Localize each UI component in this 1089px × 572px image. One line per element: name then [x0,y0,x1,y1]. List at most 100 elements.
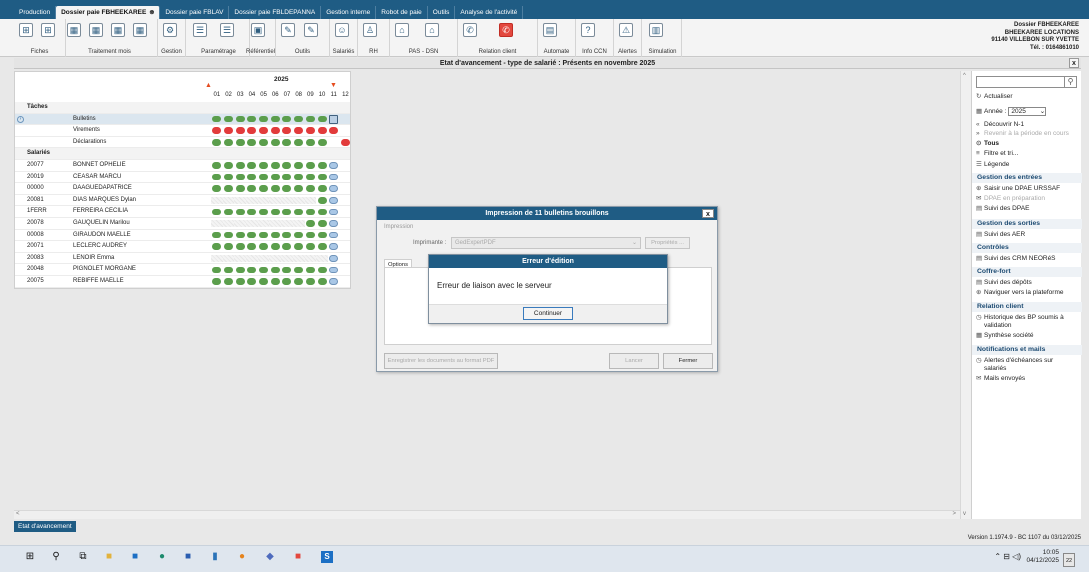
month-cell[interactable] [234,127,246,134]
month-cell[interactable] [340,185,352,192]
month-cell[interactable] [269,208,281,216]
ribbon-tool-icon[interactable]: ⊞ [19,23,33,37]
month-cell[interactable] [316,208,328,216]
month-cell[interactable] [223,127,235,134]
month-cell[interactable] [246,220,258,227]
month-cell[interactable] [258,173,270,181]
close-view-button[interactable]: x [1069,58,1079,68]
month-cell[interactable] [211,127,223,134]
employee-row[interactable]: 20019 CEASAR MARCU [15,172,350,184]
tab-6[interactable]: Outils [428,6,456,19]
ribbon-tool-icon[interactable]: ▥ [649,23,663,37]
month-cell[interactable] [281,115,293,123]
month-cell[interactable] [340,208,352,215]
year-select[interactable]: 2025 ⌄ [1008,107,1047,116]
month-cell[interactable] [340,266,352,273]
month-cell[interactable] [211,162,223,169]
month-cell[interactable] [234,208,246,216]
alertes-link[interactable]: ◷ Alertes d'échéances sur [976,357,1053,365]
month-cell[interactable] [316,266,328,274]
month-cell[interactable] [328,162,340,169]
outlook-icon[interactable]: ■ [129,551,141,563]
month-cell[interactable] [246,254,258,262]
month-cell[interactable] [304,196,317,204]
tab-1[interactable]: Dossier paie FBHEEKAREE ⊗ [56,6,161,19]
month-cell[interactable] [246,139,258,146]
month-cell[interactable] [328,243,340,250]
month-cell[interactable] [269,243,281,250]
month-cell[interactable] [269,127,281,134]
month-cell[interactable] [258,266,270,274]
month-cell[interactable] [293,243,305,250]
month-cell[interactable] [257,220,270,227]
month-cell[interactable] [316,139,328,146]
month-cell[interactable] [234,196,247,204]
chrome-icon[interactable]: ● [236,551,248,563]
month-cell[interactable] [340,243,352,250]
employee-row[interactable]: 20048 PIGNOLET MORGANE [15,264,350,276]
month-cell[interactable] [234,220,247,227]
month-cell[interactable] [316,220,328,227]
month-cell[interactable] [246,127,258,134]
month-cell[interactable] [316,185,328,192]
month-cell[interactable] [281,162,293,169]
payroll-app-icon[interactable]: ■ [292,551,304,563]
month-cell[interactable] [340,127,352,134]
employee-row[interactable]: 20081 DIAS MARQUES Dylan [15,195,350,207]
month-cell[interactable] [293,115,305,123]
month-cell[interactable] [281,266,293,274]
month-cell[interactable] [340,116,352,123]
month-cell[interactable] [211,231,223,239]
edge-icon[interactable]: ● [156,551,168,563]
month-cell[interactable] [328,255,340,262]
skype-icon[interactable]: S [321,551,333,563]
month-cell[interactable] [316,278,328,285]
month-cell[interactable] [316,243,328,250]
ribbon-tool-icon[interactable]: ✆ [499,23,513,37]
month-cell[interactable] [305,115,317,123]
windows-start-icon[interactable]: ⊞ [24,551,36,563]
file-explorer-icon[interactable]: ■ [103,551,115,563]
notification-badge[interactable]: 22 [1063,553,1075,567]
scroll-up-icon[interactable]: ^ [963,73,966,79]
month-cell[interactable] [305,162,317,169]
month-cell[interactable] [269,278,281,285]
ribbon-tool-icon[interactable]: ☰ [220,23,234,37]
employee-row[interactable]: 20083 LENOIR Emma [15,253,350,265]
month-cell[interactable] [292,254,305,262]
month-cell[interactable] [246,266,258,274]
month-cell[interactable] [340,139,352,146]
month-cell[interactable] [293,162,305,169]
ribbon-tool-icon[interactable]: ▦ [89,23,103,37]
month-cell[interactable] [234,254,247,262]
month-cell[interactable] [328,127,340,134]
month-cell[interactable] [316,254,328,262]
ribbon-tool-icon[interactable]: ☰ [193,23,207,37]
month-cell[interactable] [328,114,340,124]
month-cell[interactable] [246,278,258,285]
ribbon-tool-icon[interactable]: ⌂ [395,23,409,37]
month-cell[interactable] [223,243,235,250]
filter-sort-link[interactable]: ≡ Filtre et tri... [976,150,1018,158]
month-cell[interactable] [269,266,281,274]
month-cell[interactable] [269,196,282,204]
task-row[interactable]: › Bulletins [15,113,352,126]
month-cell[interactable] [328,139,340,146]
month-cell[interactable] [257,254,270,262]
month-cell[interactable] [211,185,223,192]
month-cell[interactable] [281,254,293,262]
month-cell[interactable] [293,266,305,274]
search-icon[interactable]: ⚲ [1064,77,1076,87]
task-row[interactable]: Virements [15,125,350,137]
tab-3[interactable]: Dossier paie FBLDEPANNA [229,6,322,19]
ribbon-tool-icon[interactable]: ? [581,23,595,37]
historique-link[interactable]: ◷ Historique des BP soumis à [976,314,1064,322]
month-cell[interactable] [234,243,246,250]
month-cell[interactable] [258,231,270,239]
suivi-crm-link[interactable]: ▤ Suivi des CRM NEORéS [976,255,1056,263]
month-cell[interactable] [234,115,246,123]
month-cell[interactable] [258,127,270,134]
month-cell[interactable] [281,139,293,146]
month-cell[interactable] [211,196,223,204]
month-cell[interactable] [281,185,293,192]
